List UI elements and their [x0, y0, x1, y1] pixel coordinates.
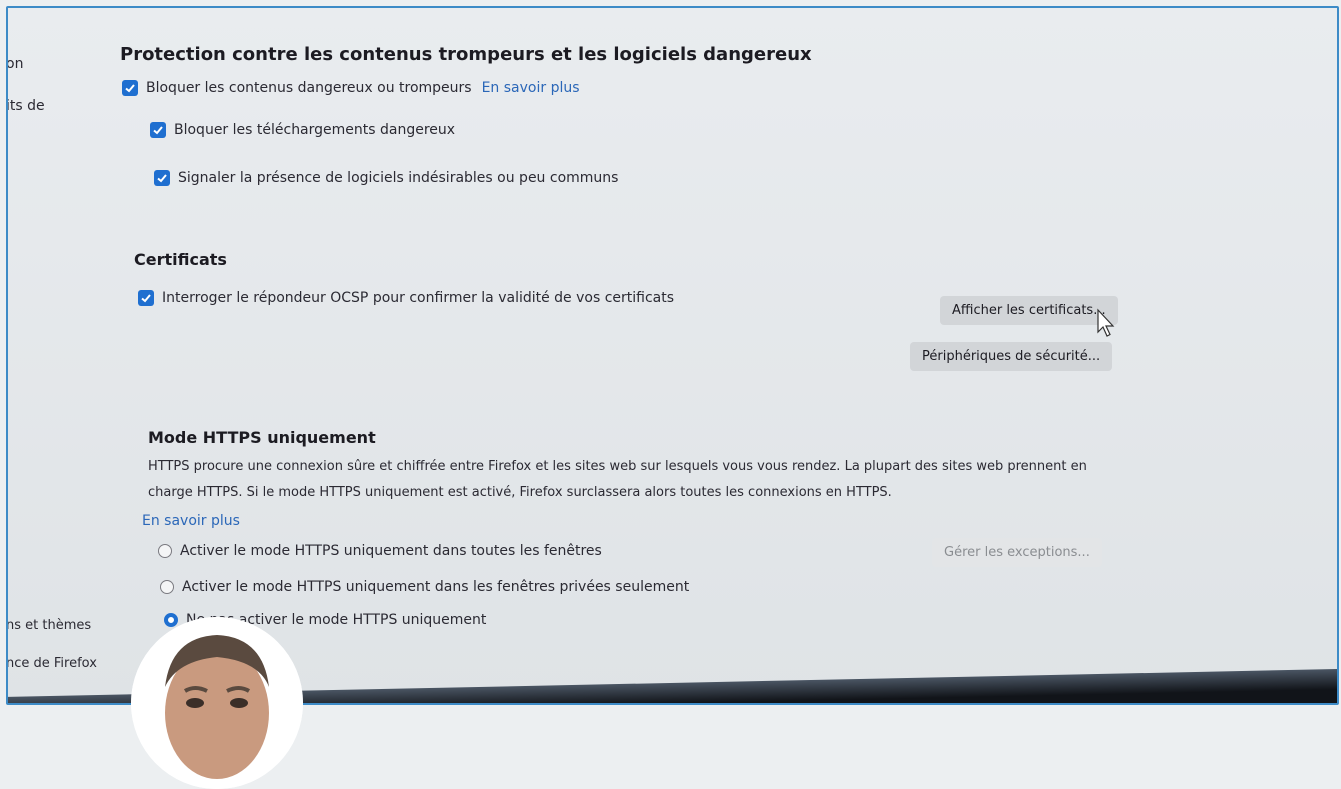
- block-downloads-row: Bloquer les téléchargements dangereux: [150, 122, 455, 138]
- https-learn-more-link[interactable]: En savoir plus: [142, 513, 240, 529]
- https-only-heading: Mode HTTPS uniquement: [148, 428, 376, 447]
- block-dangerous-label[interactable]: Bloquer les contenus dangereux ou trompe…: [146, 80, 472, 96]
- webcam-avatar: [131, 617, 303, 789]
- warn-unwanted-checkbox[interactable]: [154, 170, 170, 186]
- check-icon: [141, 294, 151, 303]
- https-all-windows-radio[interactable]: [158, 544, 172, 558]
- sidebar-item-firefox-support[interactable]: nce de Firefox: [8, 656, 97, 671]
- block-dangerous-row: Bloquer les contenus dangereux ou trompe…: [122, 80, 580, 96]
- block-downloads-checkbox[interactable]: [150, 122, 166, 138]
- sidebar-item-rights[interactable]: its de: [8, 98, 45, 114]
- protection-learn-more-link[interactable]: En savoir plus: [482, 80, 580, 96]
- https-private-windows-radio[interactable]: [160, 580, 174, 594]
- warn-unwanted-row: Signaler la présence de logiciels indési…: [154, 170, 618, 186]
- ocsp-label[interactable]: Interroger le répondeur OCSP pour confir…: [162, 290, 674, 306]
- https-option-all-windows[interactable]: Activer le mode HTTPS uniquement dans to…: [158, 543, 602, 559]
- sidebar-item-privacy[interactable]: on: [8, 56, 23, 72]
- warn-unwanted-label[interactable]: Signaler la présence de logiciels indési…: [178, 170, 618, 186]
- https-option-private-windows[interactable]: Activer le mode HTTPS uniquement dans le…: [160, 579, 689, 595]
- certificates-heading: Certificats: [134, 250, 227, 269]
- person-face-icon: [131, 617, 303, 789]
- view-certificates-button[interactable]: Afficher les certificats...: [940, 296, 1118, 325]
- https-only-description: HTTPS procure une connexion sûre et chif…: [148, 459, 1087, 500]
- https-all-windows-label[interactable]: Activer le mode HTTPS uniquement dans to…: [180, 543, 602, 559]
- security-devices-button[interactable]: Périphériques de sécurité...: [910, 342, 1113, 371]
- check-icon: [153, 126, 163, 135]
- manage-exceptions-button[interactable]: Gérer les exceptions...: [932, 538, 1102, 567]
- https-private-windows-label[interactable]: Activer le mode HTTPS uniquement dans le…: [182, 579, 689, 595]
- https-disabled-radio[interactable]: [164, 613, 178, 627]
- protection-heading: Protection contre les contenus trompeurs…: [120, 44, 812, 65]
- check-icon: [125, 84, 135, 93]
- screenshot-frame: on its de ns et thèmes nce de Firefox Pr…: [6, 6, 1339, 705]
- block-downloads-label[interactable]: Bloquer les téléchargements dangereux: [174, 122, 455, 138]
- ocsp-checkbox[interactable]: [138, 290, 154, 306]
- check-icon: [157, 174, 167, 183]
- mouse-cursor-icon: [1097, 308, 1115, 337]
- block-dangerous-checkbox[interactable]: [122, 80, 138, 96]
- ocsp-row: Interroger le répondeur OCSP pour confir…: [138, 290, 674, 306]
- sidebar-item-extensions-themes[interactable]: ns et thèmes: [8, 618, 91, 633]
